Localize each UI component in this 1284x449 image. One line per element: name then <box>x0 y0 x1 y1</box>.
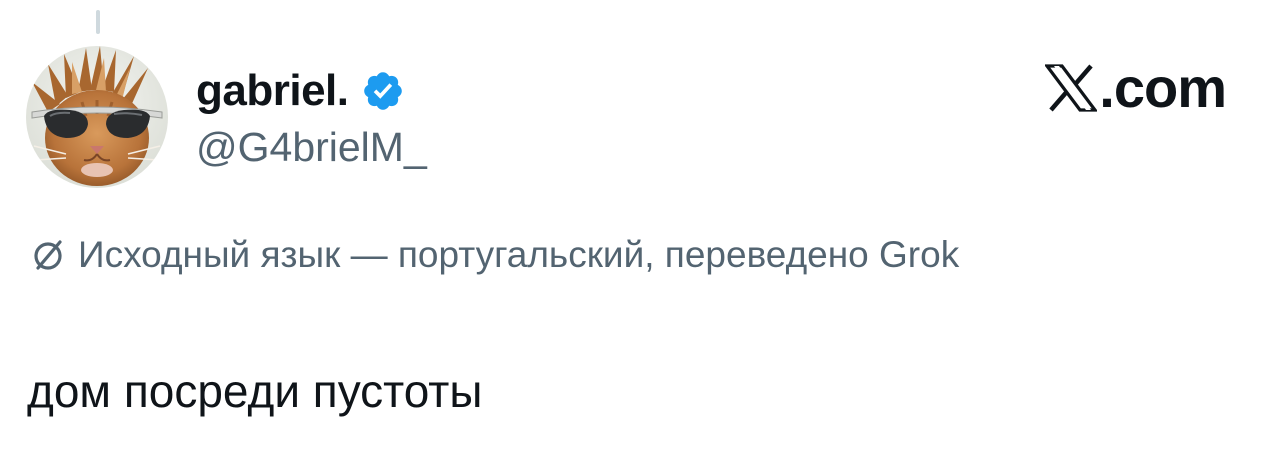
avatar[interactable] <box>26 46 168 188</box>
author-display-name[interactable]: gabriel. <box>196 69 349 113</box>
x-logo-icon <box>1045 64 1098 112</box>
post-text: дом посреди пустоты <box>27 365 483 417</box>
site-domain-text: .com <box>1099 56 1227 119</box>
translation-note-text[interactable]: Исходный язык — португальский, переведен… <box>78 236 959 273</box>
site-watermark: .com <box>1045 56 1227 119</box>
translate-slash-icon <box>30 237 66 273</box>
cat-avatar-icon <box>26 46 168 188</box>
author-name-row[interactable]: gabriel. <box>196 64 405 118</box>
verified-badge-icon[interactable] <box>361 69 405 113</box>
author-handle[interactable]: @G4brielM_ <box>196 127 427 168</box>
translation-notice[interactable]: Исходный язык — португальский, переведен… <box>30 236 959 273</box>
thread-connector-line <box>96 10 100 34</box>
